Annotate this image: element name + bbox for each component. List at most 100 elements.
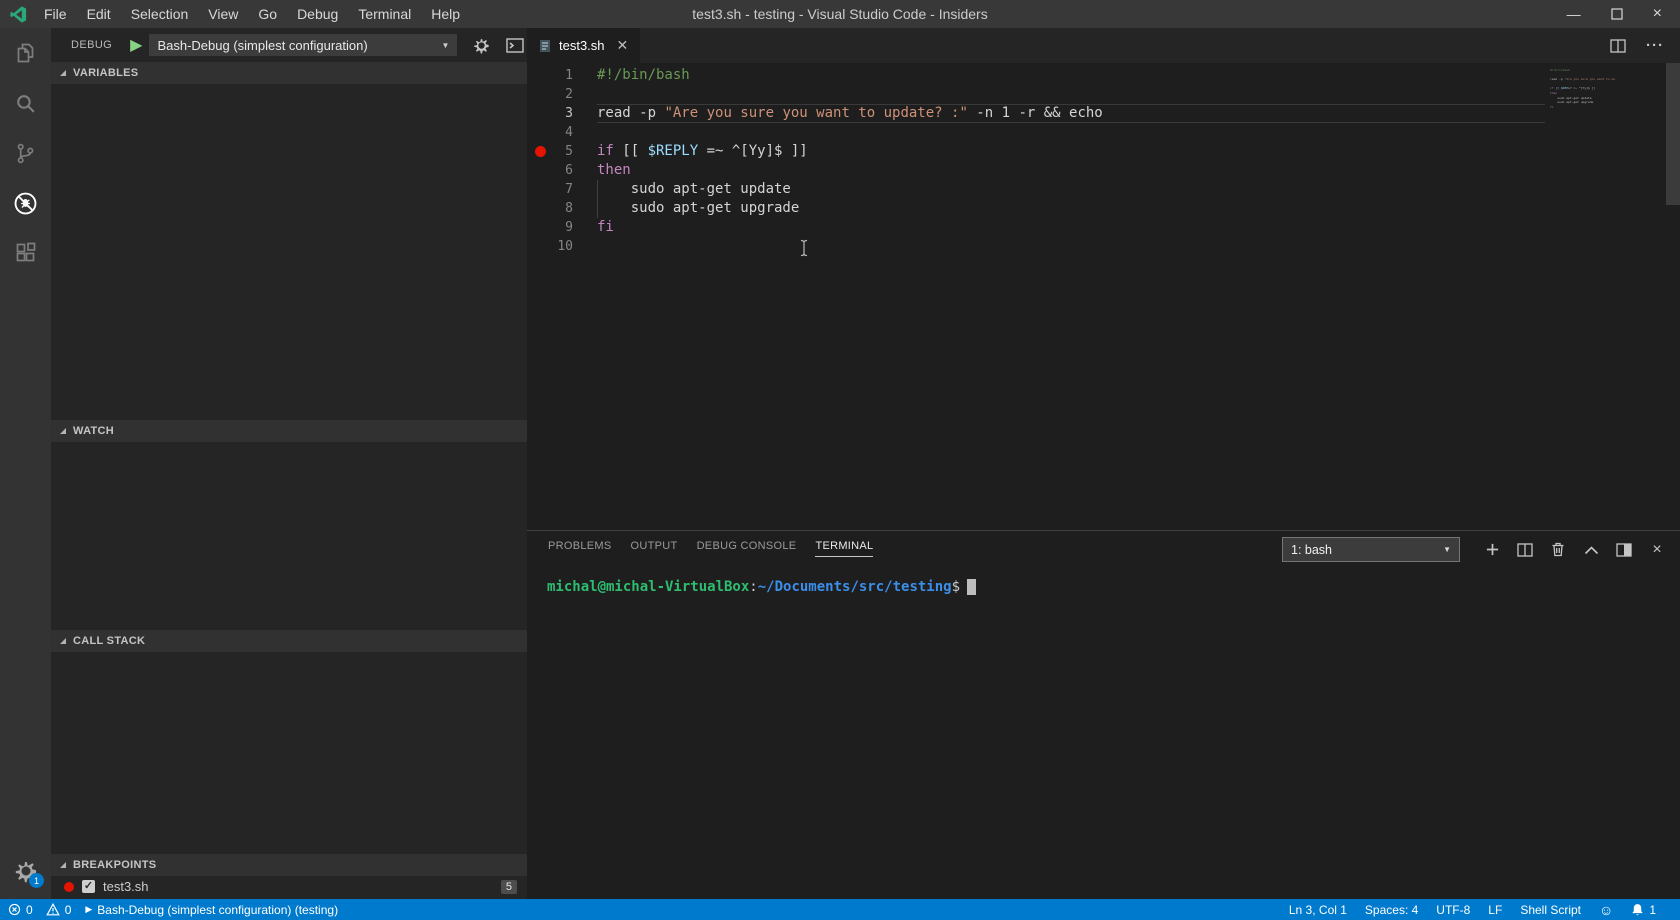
split-terminal-icon[interactable] [1516, 541, 1534, 559]
code-line-2[interactable]: 2 [527, 85, 1680, 104]
maximize-panel-icon[interactable] [1582, 541, 1600, 559]
breakpoint-gutter[interactable] [527, 104, 553, 123]
section-header-breakpoints[interactable]: BREAKPOINTS [51, 854, 527, 876]
close-window-icon[interactable]: × [1653, 6, 1662, 22]
file-icon [539, 39, 551, 53]
indentation-status[interactable]: Spaces: 4 [1365, 903, 1418, 917]
menu-go[interactable]: Go [248, 6, 287, 22]
panel-layout-icon[interactable] [1615, 541, 1633, 559]
code-line-10[interactable]: 10 [527, 237, 1680, 256]
language-mode[interactable]: Shell Script [1520, 903, 1581, 917]
section-label: BREAKPOINTS [73, 859, 156, 871]
breakpoint-gutter[interactable] [527, 123, 553, 142]
encoding-status[interactable]: UTF-8 [1436, 903, 1470, 917]
code-text[interactable]: fi [597, 218, 614, 237]
activity-search[interactable] [0, 78, 51, 128]
code-line-4[interactable]: 4 [527, 123, 1680, 142]
code-text[interactable]: sudo apt-get upgrade [597, 199, 799, 218]
error-icon [8, 903, 21, 916]
twistie-icon [60, 638, 66, 644]
terminal-cursor [967, 579, 976, 595]
line-number: 9 [553, 218, 573, 237]
code-text[interactable]: read -p "Are you sure you want to update… [597, 104, 1103, 123]
code-line-9[interactable]: 9 fi [527, 218, 1680, 237]
panel-tab-debug-console[interactable]: DEBUG CONSOLE [697, 540, 797, 557]
activity-source-control[interactable] [0, 128, 51, 178]
debug-status-label: Bash-Debug (simplest configuration) (tes… [97, 903, 338, 917]
panel-tab-problems[interactable]: PROBLEMS [548, 540, 612, 557]
breakpoint-gutter[interactable] [527, 199, 553, 218]
breakpoint-gutter[interactable] [527, 218, 553, 237]
menu-debug[interactable]: Debug [287, 6, 348, 22]
editor-scrollbar[interactable] [1666, 63, 1680, 205]
line-number: 5 [553, 142, 573, 161]
close-tab-icon[interactable]: ✕ [617, 37, 629, 54]
split-editor-icon[interactable] [1610, 39, 1626, 53]
menu-terminal[interactable]: Terminal [348, 6, 421, 22]
code-line-3[interactable]: 3read -p "Are you sure you want to updat… [527, 104, 1680, 123]
breakpoint-gutter[interactable] [527, 66, 553, 85]
launch-config-dropdown[interactable]: Bash-Debug (simplest configuration) ▼ [149, 34, 457, 56]
explorer-icon [13, 40, 39, 66]
breakpoint-row[interactable]: ✓test3.sh5 [51, 876, 527, 897]
terminal-instance-label: 1: bash [1291, 543, 1332, 557]
code-line-5[interactable]: 5 if [[ $REPLY =~ ^[Yy]$ ]] [527, 142, 1680, 161]
menu-help[interactable]: Help [421, 6, 470, 22]
section-header-callstack[interactable]: CALL STACK [51, 630, 527, 652]
terminal[interactable]: michal@michal-VirtualBox:~/Documents/src… [527, 565, 1680, 595]
more-actions-icon[interactable]: ··· [1646, 37, 1664, 54]
code-text[interactable]: sudo apt-get update [597, 180, 791, 199]
breakpoints-body: ✓test3.sh5 [51, 876, 527, 899]
chevron-down-icon: ▼ [442, 41, 450, 50]
problems-status[interactable]: 0 0 [8, 903, 71, 917]
configure-gear-icon[interactable] [473, 37, 490, 54]
line-number: 8 [553, 199, 573, 218]
code-line-1[interactable]: 1#!/bin/bash [527, 66, 1680, 85]
notifications-bell[interactable]: 1 [1631, 903, 1656, 917]
debug-status[interactable]: ▶ Bash-Debug (simplest configuration) (t… [85, 903, 338, 917]
close-panel-icon[interactable]: × [1648, 541, 1666, 559]
code-editor[interactable]: 1#!/bin/bash23read -p "Are you sure you … [527, 63, 1680, 530]
minimize-icon[interactable]: — [1567, 7, 1581, 21]
cursor-position[interactable]: Ln 3, Col 1 [1289, 903, 1347, 917]
panel-tab-terminal[interactable]: TERMINAL [815, 540, 873, 557]
start-debug-icon[interactable]: ▶ [130, 35, 142, 55]
code-text[interactable]: then [597, 161, 631, 180]
menu-file[interactable]: File [34, 6, 77, 22]
activity-debug[interactable] [0, 178, 51, 228]
breakpoint-checkbox[interactable]: ✓ [82, 880, 95, 893]
line-number: 7 [553, 180, 573, 199]
code-line-8[interactable]: 8 sudo apt-get upgrade [527, 199, 1680, 218]
panel-tab-output[interactable]: OUTPUT [631, 540, 678, 557]
new-terminal-icon[interactable] [1483, 541, 1501, 559]
code-text[interactable]: if [[ $REPLY =~ ^[Yy]$ ]] [597, 142, 808, 161]
eol-status[interactable]: LF [1488, 903, 1502, 917]
menu-selection[interactable]: Selection [121, 6, 199, 22]
debug-console-icon[interactable] [506, 38, 524, 53]
manage-button[interactable]: 1 [0, 851, 51, 891]
section-header-variables[interactable]: VARIABLES [51, 62, 527, 84]
kill-terminal-icon[interactable] [1549, 541, 1567, 559]
code-line-7[interactable]: 7 sudo apt-get update [527, 180, 1680, 199]
breakpoint-gutter[interactable] [527, 161, 553, 180]
breakpoint-dot[interactable] [527, 142, 553, 161]
tab-test3-sh[interactable]: test3.sh ✕ [527, 28, 640, 63]
tab-label: test3.sh [559, 38, 605, 53]
code-text[interactable]: #!/bin/bash [597, 66, 690, 85]
variables-body [51, 84, 527, 420]
terminal-instance-dropdown[interactable]: 1: bash ▼ [1282, 537, 1460, 562]
line-number: 2 [553, 85, 573, 104]
menu-edit[interactable]: Edit [77, 6, 121, 22]
breakpoint-gutter[interactable] [527, 180, 553, 199]
feedback-smiley-icon[interactable]: ☺ [1599, 903, 1613, 917]
minimap[interactable]: #!/bin/bashread -p "Are you sure you wan… [1550, 68, 1615, 114]
code-line-6[interactable]: 6then [527, 161, 1680, 180]
section-header-watch[interactable]: WATCH [51, 420, 527, 442]
terminal-prompt-user: michal@michal-VirtualBox [547, 579, 749, 595]
breakpoint-gutter[interactable] [527, 237, 553, 256]
activity-explorer[interactable] [0, 28, 51, 78]
breakpoint-gutter[interactable] [527, 85, 553, 104]
menu-view[interactable]: View [198, 6, 248, 22]
maximize-icon[interactable] [1611, 8, 1623, 20]
activity-extensions[interactable] [0, 228, 51, 278]
